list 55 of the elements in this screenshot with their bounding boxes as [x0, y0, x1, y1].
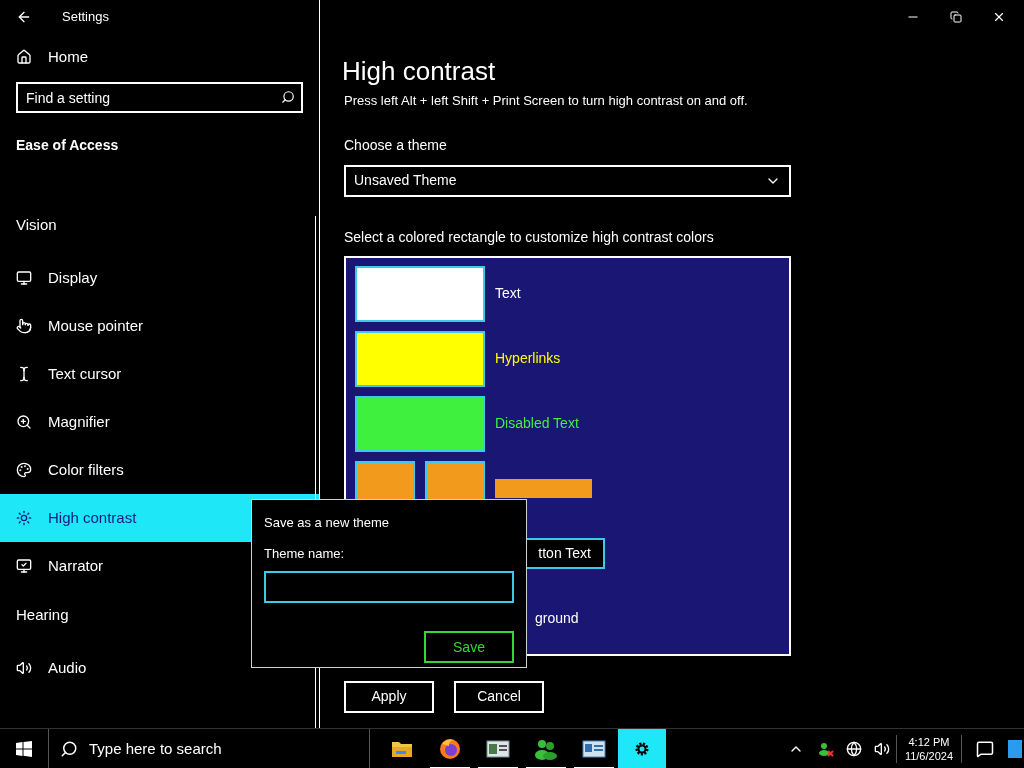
- color-label: ground: [535, 609, 579, 628]
- show-desktop-button[interactable]: [1008, 739, 1022, 758]
- home-icon: [16, 49, 32, 65]
- monitor-icon: [16, 270, 32, 286]
- color-swatch[interactable]: [355, 395, 485, 452]
- search-icon: [60, 739, 78, 758]
- nav-item[interactable]: Display: [0, 254, 319, 302]
- search-field[interactable]: Find a setting: [16, 82, 303, 113]
- theme-dropdown[interactable]: Unsaved Theme: [344, 164, 791, 197]
- nav-item[interactable]: Color filters: [0, 446, 319, 494]
- windows-logo-icon[interactable]: [16, 740, 32, 757]
- field-label: Theme name:: [264, 544, 346, 563]
- nav-item[interactable]: Mouse pointer: [0, 302, 319, 350]
- speaker-icon[interactable]: [873, 740, 890, 757]
- color-label: Text: [495, 284, 521, 303]
- magnifier-icon: [16, 414, 32, 430]
- page-title: High contrast: [342, 55, 497, 88]
- color-label: Hyperlinks: [495, 349, 561, 368]
- globe-icon: [439, 737, 461, 760]
- description: Press left Alt + left Shift + Print Screen to turn high contrast on and off.: [344, 92, 749, 110]
- monitor-check-icon: [16, 558, 32, 574]
- taskbar-search-field[interactable]: Type here to search: [48, 728, 370, 768]
- window-title: Settings: [62, 7, 109, 26]
- save-button[interactable]: Save: [424, 631, 514, 663]
- palette-icon: [16, 462, 32, 478]
- taskbar-app[interactable]: [618, 728, 666, 768]
- globe-icon[interactable]: [845, 740, 862, 757]
- color-label: Disabled Text: [495, 414, 579, 433]
- category-heading: Ease of Access: [15, 136, 120, 155]
- hand-pointer-icon: [16, 318, 32, 334]
- folder-icon: [391, 739, 413, 758]
- people-icon: [534, 737, 558, 760]
- colors-label: Select a colored rectangle to customize high contrast colors: [344, 227, 715, 247]
- nav-item[interactable]: Text cursor: [0, 350, 319, 398]
- group-heading: Vision: [15, 215, 58, 235]
- search-icon: [281, 90, 295, 104]
- nav-item[interactable]: Magnifier: [0, 398, 319, 446]
- clock[interactable]: 4:12 PM 11/6/2024: [895, 734, 962, 763]
- dialog-button[interactable]: Cancel: [454, 680, 544, 713]
- theme-name-field[interactable]: [264, 571, 514, 603]
- card-icon: [582, 739, 606, 758]
- field-label: Choose a theme: [344, 135, 448, 155]
- color-swatch[interactable]: [355, 265, 485, 322]
- people-icon[interactable]: [817, 740, 834, 757]
- color-swatch[interactable]: [355, 330, 485, 387]
- gear-icon: [634, 740, 650, 757]
- group-heading: Hearing: [15, 605, 70, 625]
- restore-icon[interactable]: [950, 10, 962, 23]
- dialog-button[interactable]: Apply: [344, 680, 434, 713]
- sun-icon: [16, 510, 32, 526]
- speaker-icon: [16, 660, 32, 676]
- home-item[interactable]: Home: [0, 33, 319, 81]
- nav-item[interactable]: Audio: [0, 644, 319, 692]
- window-icon: [486, 739, 510, 758]
- notifications-icon[interactable]: [976, 739, 994, 758]
